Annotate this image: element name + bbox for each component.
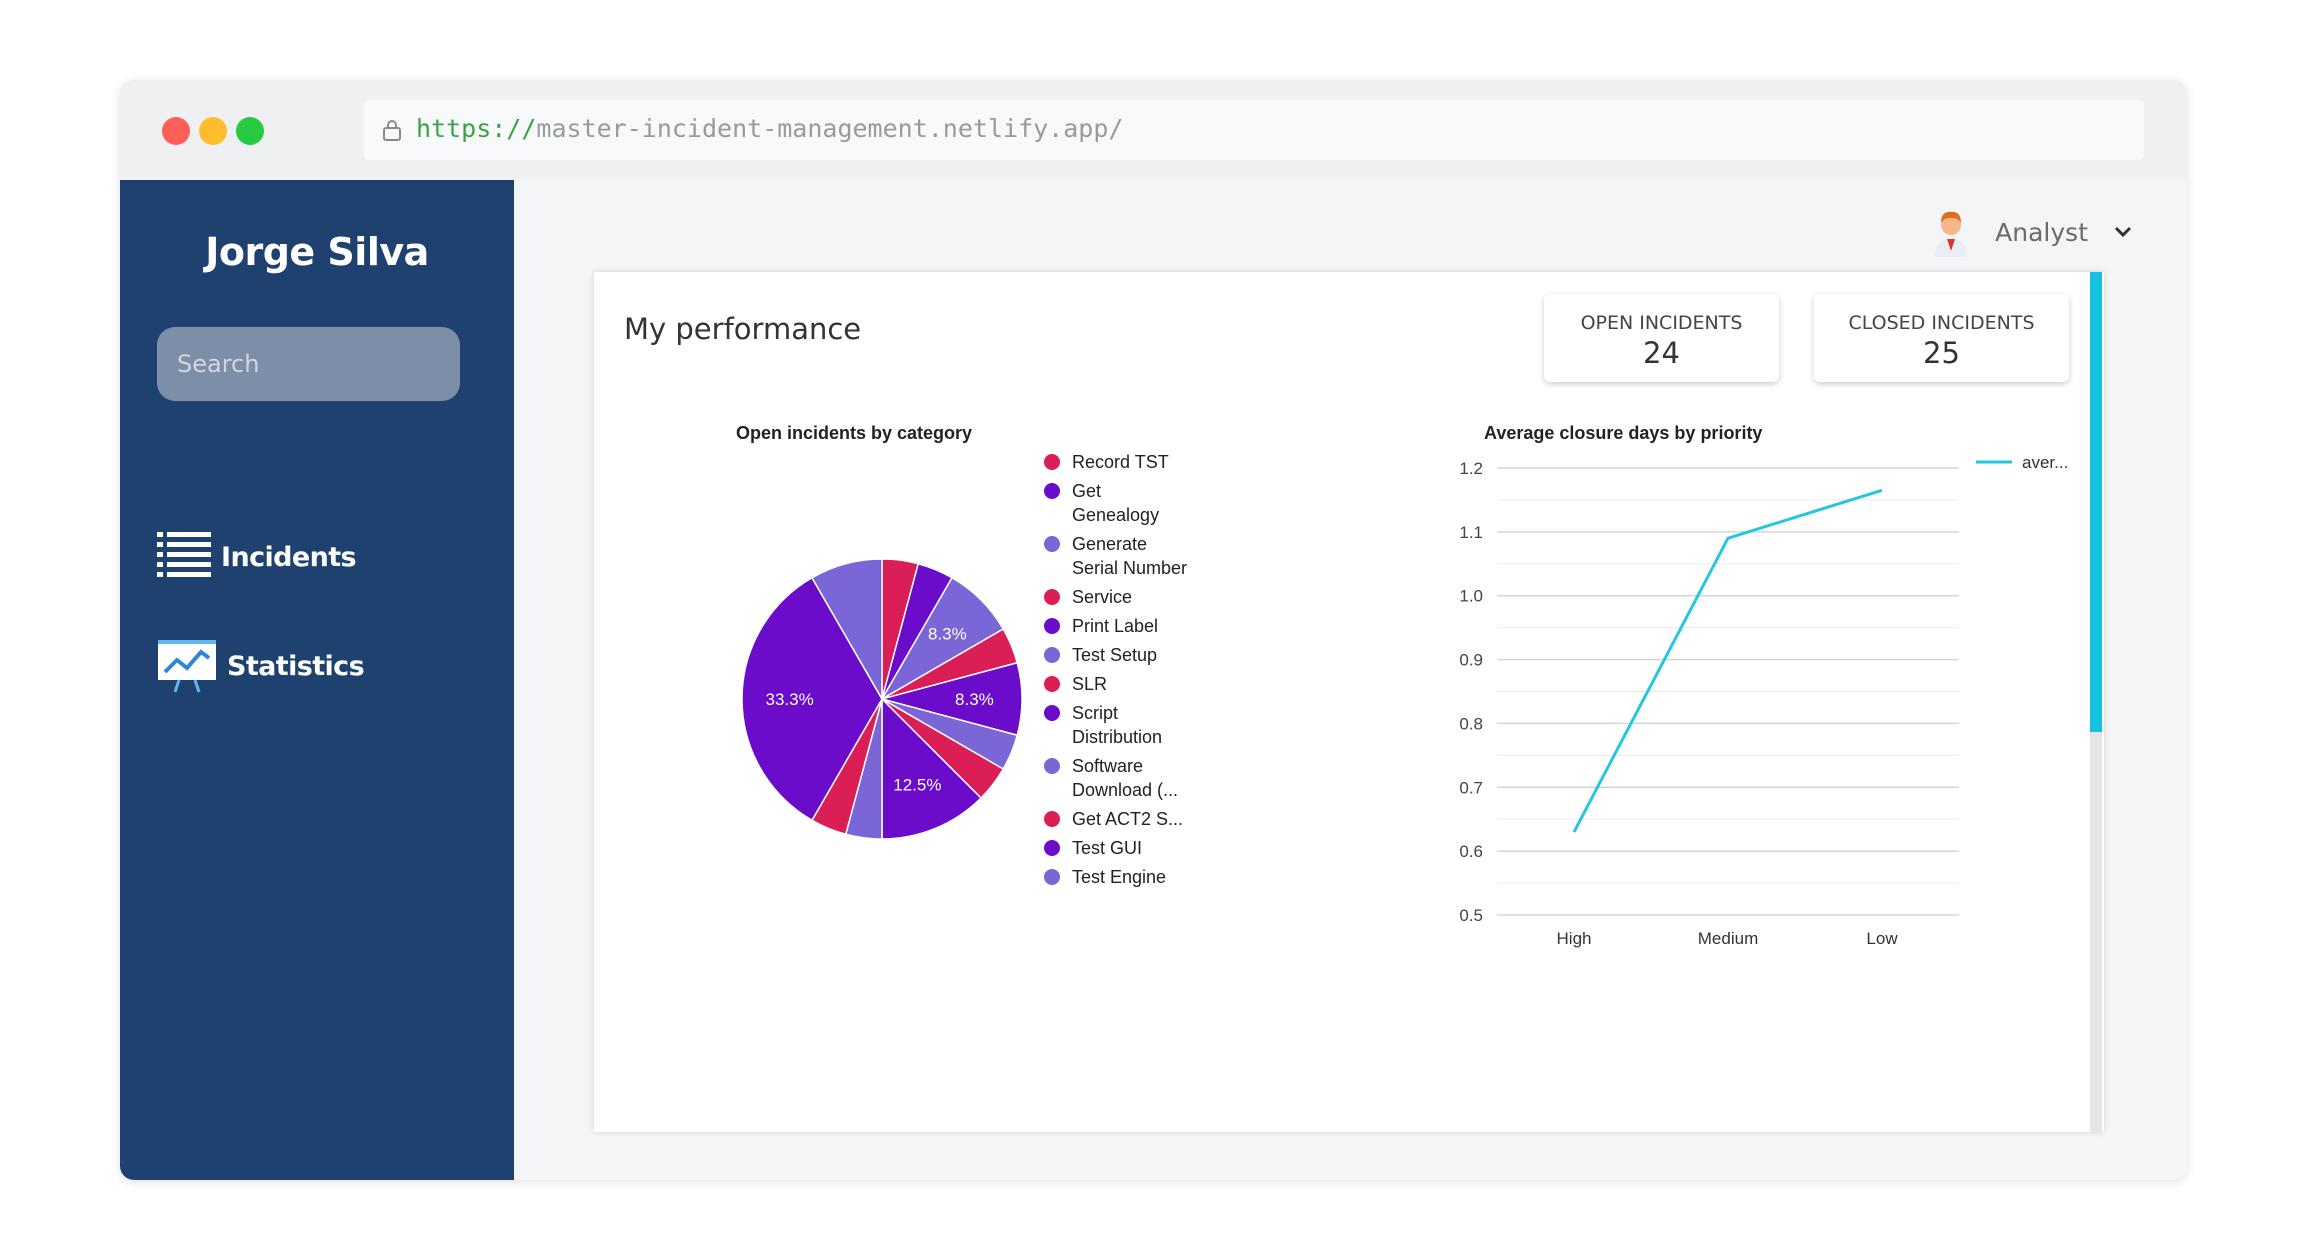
search-input[interactable] (157, 327, 460, 401)
user-menu[interactable]: Analyst (1933, 202, 2132, 262)
lock-icon (383, 120, 401, 141)
legend-label: Script (1072, 703, 1118, 723)
performance-card: My performance OPEN INCIDENTS 24 CLOSED … (594, 272, 2104, 1132)
user-name: Jorge Silva (205, 230, 429, 274)
charts-area: Open incidents by category 8.3% 8.3% 12.5% 3… (736, 423, 2068, 948)
legend-label: Software (1072, 756, 1143, 776)
legend-swatch (1044, 869, 1060, 885)
pie-chart-title: Open incidents by category (736, 423, 972, 443)
legend-label: Download (... (1072, 780, 1178, 800)
pie-slice-label: 33.3% (765, 690, 813, 709)
legend-swatch (1044, 811, 1060, 827)
sidebar-item-label: Statistics (227, 650, 365, 682)
y-tick-label: 0.6 (1459, 842, 1483, 861)
legend-label: Test Engine (1072, 867, 1166, 887)
y-tick-label: 0.5 (1459, 906, 1483, 925)
y-tick-label: 1.1 (1459, 523, 1483, 542)
legend-swatch (1044, 705, 1060, 721)
url-text: https://master-incident-management.netli… (416, 114, 1123, 143)
sidebar-item-label: Incidents (221, 541, 357, 573)
pie-slice-label: 8.3% (928, 625, 967, 644)
y-tick-label: 1.2 (1459, 459, 1483, 478)
legend-label: Test Setup (1072, 645, 1157, 665)
legend-swatch (1044, 758, 1060, 774)
browser-titlebar: https://master-incident-management.netli… (120, 80, 2187, 180)
legend-swatch (1044, 536, 1060, 552)
legend-label: Print Label (1072, 616, 1158, 636)
sidebar-item-statistics[interactable]: Statistics (157, 638, 365, 694)
y-tick-label: 0.8 (1459, 714, 1483, 733)
scrollbar-thumb[interactable] (2090, 272, 2102, 732)
sidebar: Jorge Silva Incidents Statistics (120, 180, 514, 1180)
maximize-window-button[interactable] (236, 117, 264, 145)
legend-swatch (1044, 483, 1060, 499)
chevron-down-icon (2114, 226, 2132, 238)
legend-swatch (1044, 589, 1060, 605)
legend-swatch (1044, 676, 1060, 692)
legend-swatch (1044, 618, 1060, 634)
browser-window: https://master-incident-management.netli… (120, 80, 2187, 1180)
main-content: Analyst My performance OPEN INCIDENTS 24… (514, 180, 2187, 1180)
legend-label: Service (1072, 587, 1132, 607)
y-tick-label: 0.9 (1459, 651, 1483, 670)
y-tick-label: 1.0 (1459, 587, 1483, 606)
legend-label: Record TST (1072, 452, 1169, 472)
chart-icon (158, 640, 216, 693)
legend-label: Get ACT2 S... (1072, 809, 1183, 829)
x-tick-label: Low (1866, 929, 1898, 948)
pie-slice-label: 12.5% (893, 775, 941, 794)
url-path: master-incident-management.netlify.app/ (536, 114, 1124, 143)
url-scheme: https:// (416, 114, 537, 143)
pie-slice-label: 8.3% (955, 690, 994, 709)
series-line (1572, 488, 1883, 833)
y-tick-label: 0.7 (1459, 778, 1483, 797)
close-window-button[interactable] (162, 117, 190, 145)
list-icon (157, 532, 211, 577)
legend-label: Get (1072, 481, 1101, 501)
legend-label: Genealogy (1072, 505, 1159, 525)
x-tick-label: Medium (1698, 929, 1758, 948)
sidebar-item-incidents[interactable]: Incidents (157, 530, 357, 584)
legend-label: SLR (1072, 674, 1107, 694)
legend-label: Test GUI (1072, 838, 1142, 858)
address-bar[interactable]: https://master-incident-management.netli… (364, 100, 2144, 160)
minimize-window-button[interactable] (199, 117, 227, 145)
legend-swatch (1044, 840, 1060, 856)
role-label: Analyst (1995, 217, 2088, 247)
legend-label: Serial Number (1072, 558, 1187, 578)
legend-swatch (1044, 454, 1060, 470)
legend-label: Generate (1072, 534, 1147, 554)
x-tick-label: High (1557, 929, 1592, 948)
legend-label: aver... (2022, 453, 2068, 472)
user-avatar-icon (1935, 211, 1968, 257)
legend-label: Distribution (1072, 727, 1162, 747)
legend-swatch (1044, 647, 1060, 663)
line-chart-title: Average closure days by priority (1484, 423, 1762, 443)
